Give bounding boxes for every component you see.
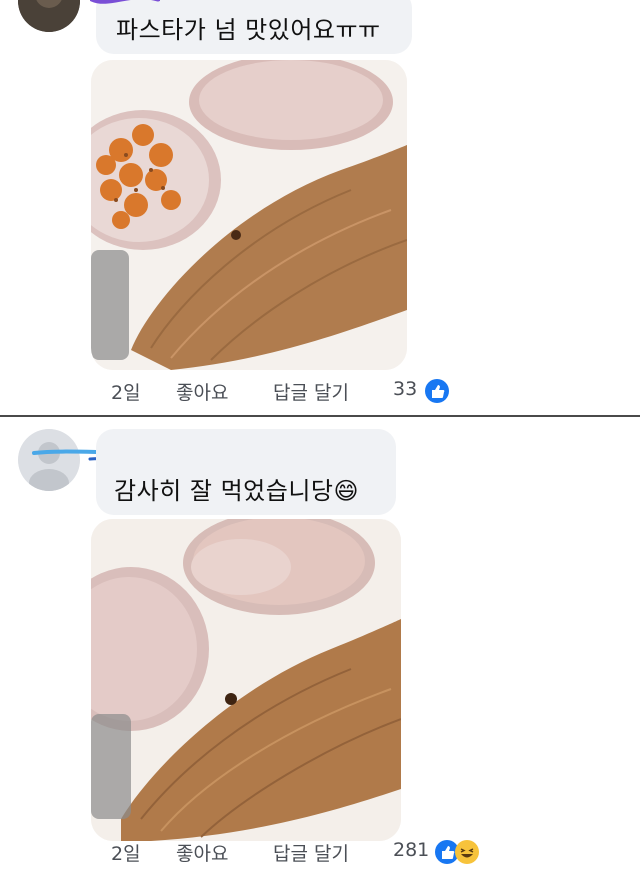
comment-time[interactable]: 2일 <box>111 839 141 866</box>
like-icon <box>425 379 449 403</box>
like-button[interactable]: 좋아요 <box>176 839 228 866</box>
comment-photo[interactable] <box>91 519 401 841</box>
reaction-count[interactable]: 33 <box>393 378 417 400</box>
comment-1: 파스타가 넘 맛있어요ㅠㅠ 2일 좋아요 답글 달기 33 <box>0 0 640 415</box>
comment-bubble: 파스타가 넘 맛있어요ㅠㅠ <box>90 0 412 54</box>
like-button[interactable]: 좋아요 <box>176 378 228 405</box>
comment-actions: 2일 좋아요 답글 달기 281 <box>111 839 511 865</box>
reply-button[interactable]: 답글 달기 <box>273 378 349 405</box>
comment-text: 감사히 잘 먹었습니당😄 <box>114 477 359 505</box>
comment-text: 파스타가 넘 맛있어요ㅠㅠ <box>116 16 381 44</box>
comment-time[interactable]: 2일 <box>111 378 141 405</box>
reply-button[interactable]: 답글 달기 <box>273 839 349 866</box>
comment-actions: 2일 좋아요 답글 달기 33 <box>111 378 491 404</box>
name-scribble <box>90 0 160 4</box>
avatar[interactable] <box>18 0 80 32</box>
comment-photo[interactable] <box>91 60 407 370</box>
comment-bubble: 감사히 잘 먹었습니당😄 <box>96 429 396 515</box>
comment-2: 감사히 잘 먹었습니당😄 2일 좋아요 답글 달기 281 <box>0 417 640 876</box>
reaction-count[interactable]: 281 <box>393 839 429 861</box>
haha-icon <box>455 840 479 864</box>
